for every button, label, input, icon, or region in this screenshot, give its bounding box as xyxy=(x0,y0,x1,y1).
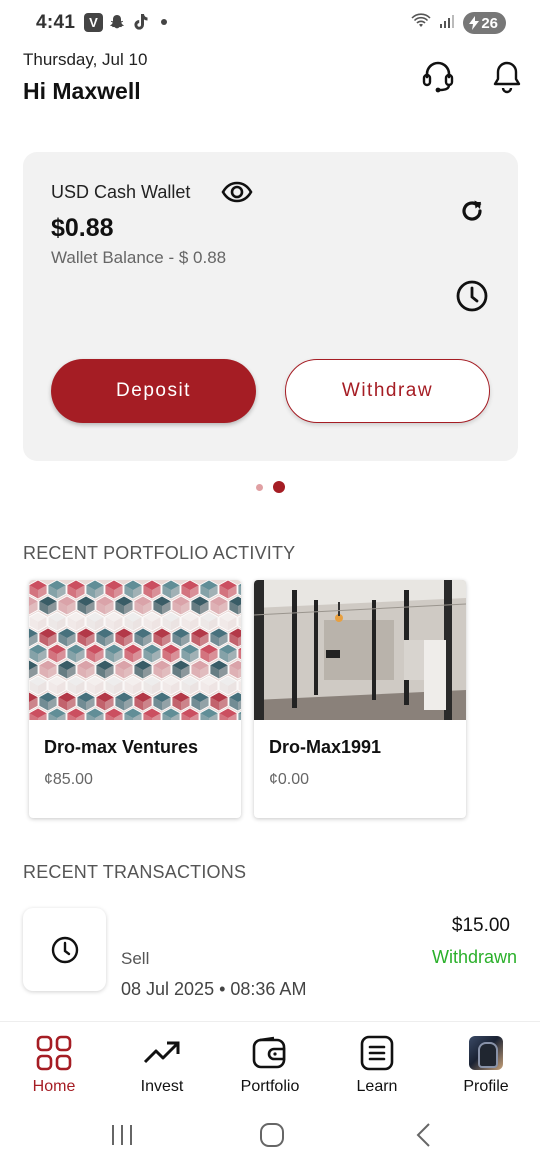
system-nav-bar xyxy=(0,1100,540,1170)
charging-bolt-icon xyxy=(469,16,480,30)
back-icon[interactable] xyxy=(414,1122,432,1148)
wifi-icon xyxy=(411,12,431,34)
portfolio-image-cubes xyxy=(29,580,241,720)
status-right: 26 xyxy=(411,12,506,34)
portfolio-value: ¢85.00 xyxy=(44,771,93,788)
history-clock-icon[interactable] xyxy=(455,279,489,313)
portfolio-section-title: RECENT PORTFOLIO ACTIVITY xyxy=(23,543,296,563)
clock-icon xyxy=(51,936,78,963)
status-bar: 4:41 V 26 xyxy=(0,0,540,46)
refresh-icon[interactable] xyxy=(457,196,487,226)
transaction-amount: $15.00 xyxy=(451,915,510,936)
status-time: 4:41 xyxy=(36,12,76,33)
nav-learn-label: Learn xyxy=(356,1078,398,1095)
wallet-title: USD Cash Wallet xyxy=(51,182,191,202)
wallet-amount: $0.88 xyxy=(51,214,114,242)
nav-profile[interactable]: Profile xyxy=(436,1034,536,1098)
transactions-section-title: RECENT TRANSACTIONS xyxy=(23,862,247,882)
wallet-pager xyxy=(256,481,285,493)
notification-dot-icon xyxy=(161,19,167,25)
portfolio-card[interactable]: Dro-Max1991 ¢0.00 xyxy=(254,580,466,818)
home-button-icon[interactable] xyxy=(259,1122,285,1148)
nav-home-label: Home xyxy=(32,1078,76,1095)
portfolio-image-office xyxy=(254,580,466,720)
status-app-icons: V xyxy=(84,12,167,32)
nav-profile-icon-wrap xyxy=(466,1034,506,1072)
wallet-balance-label: Wallet Balance - $ 0.88 xyxy=(51,248,227,267)
portfolio-name: Dro-max Ventures xyxy=(44,737,199,757)
support-headset-icon[interactable] xyxy=(420,58,456,94)
snapchat-icon xyxy=(107,12,127,32)
notification-bell-icon[interactable] xyxy=(492,60,522,94)
portfolio-card[interactable]: Dro-max Ventures ¢85.00 xyxy=(29,580,241,818)
nav-portfolio[interactable]: Portfolio xyxy=(220,1034,320,1098)
nav-portfolio-label: Portfolio xyxy=(240,1078,300,1095)
recent-apps-icon[interactable] xyxy=(110,1122,134,1148)
deposit-button[interactable]: Deposit xyxy=(51,359,256,423)
nav-invest[interactable]: Invest xyxy=(112,1034,212,1098)
transaction-icon-box xyxy=(23,908,106,991)
battery-level: 26 xyxy=(481,14,498,32)
vpn-app-icon: V xyxy=(84,12,103,32)
avatar xyxy=(469,1036,503,1070)
pager-dot[interactable] xyxy=(256,483,263,491)
nav-profile-label: Profile xyxy=(463,1078,509,1095)
nav-invest-label: Invest xyxy=(140,1078,184,1095)
withdraw-button[interactable]: Withdraw xyxy=(285,359,490,423)
wallet-icon xyxy=(250,1034,290,1072)
signal-icon xyxy=(439,13,455,34)
nav-home[interactable]: Home xyxy=(4,1034,104,1098)
trending-up-icon xyxy=(142,1034,182,1072)
bottom-nav: Home Invest Portfolio Learn Profile xyxy=(0,1021,540,1101)
eye-icon[interactable] xyxy=(221,180,253,204)
transaction-date: 08 Jul 2025 • 08:36 AM xyxy=(121,979,307,999)
header-greeting: Hi Maxwell xyxy=(23,78,141,104)
book-icon xyxy=(357,1034,397,1072)
wallet-card: USD Cash Wallet $0.88 Wallet Balance - $… xyxy=(23,152,518,461)
pager-dot-active[interactable] xyxy=(273,481,285,493)
nav-learn[interactable]: Learn xyxy=(327,1034,427,1098)
battery-indicator: 26 xyxy=(463,12,506,34)
tiktok-icon xyxy=(131,12,151,32)
transaction-status: Withdrawn xyxy=(431,947,517,967)
header-date: Thursday, Jul 10 xyxy=(23,50,148,69)
home-grid-icon xyxy=(34,1034,74,1072)
portfolio-value: ¢0.00 xyxy=(269,771,310,788)
transaction-type: Sell xyxy=(121,949,150,968)
portfolio-name: Dro-Max1991 xyxy=(269,737,382,757)
